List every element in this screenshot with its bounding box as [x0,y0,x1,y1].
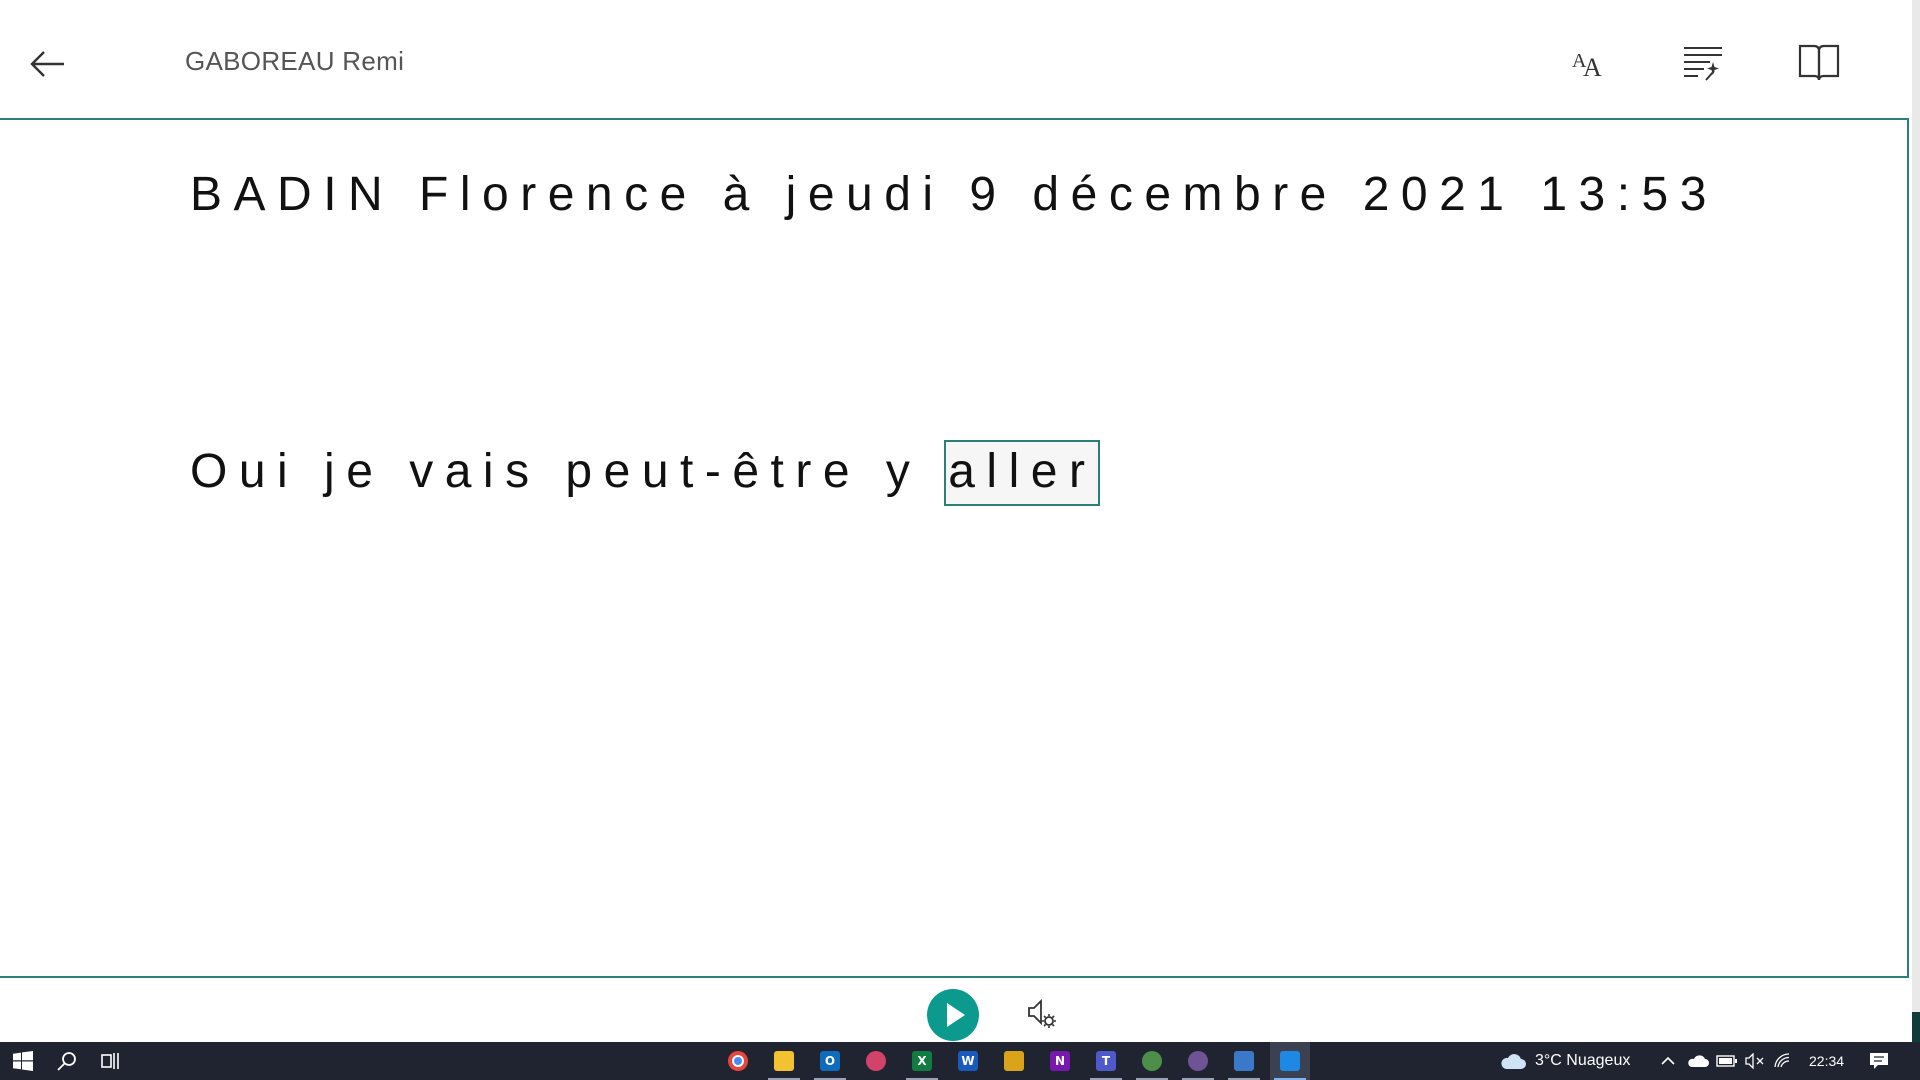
focused-word[interactable]: aller [944,440,1101,506]
grammar-options-icon[interactable] [1680,40,1726,84]
chevron-up-icon[interactable] [1656,1042,1680,1080]
taskbar: O X W N T 3°C Nuageux 22:34 [0,1042,1920,1080]
onenote-icon[interactable]: N [1040,1042,1080,1080]
text-preferences-icon[interactable]: A A [1566,40,1612,84]
image-viewer-icon[interactable] [1224,1042,1264,1080]
notifications-icon[interactable] [1864,1042,1894,1080]
excel-icon[interactable]: X [902,1042,942,1080]
back-arrow-icon[interactable] [26,44,70,84]
volume-muted-icon[interactable] [1742,1042,1768,1080]
play-button[interactable] [927,989,979,1041]
message-header-line: BADIN Florence à jeudi 9 décembre 2021 1… [190,168,1718,221]
photo-app-icon[interactable] [994,1042,1034,1080]
file-explorer-icon[interactable] [764,1042,804,1080]
word-icon[interactable]: W [948,1042,988,1080]
cloud-weather-icon[interactable] [1496,1042,1530,1080]
wifi-icon[interactable] [1770,1042,1796,1080]
vscode-icon[interactable] [1270,1042,1310,1080]
outlook-icon[interactable]: O [810,1042,850,1080]
voice-settings-button[interactable] [1025,996,1059,1030]
windows-start-icon[interactable] [4,1042,42,1080]
playback-bar [0,978,1910,1042]
battery-icon[interactable] [1714,1042,1740,1080]
message-body-text: Oui je vais peut-être y [190,445,947,498]
scrollbar-accent [1912,1012,1920,1042]
chrome-icon[interactable] [718,1042,758,1080]
chrome-profile-icon[interactable] [1132,1042,1172,1080]
scrollbar[interactable] [1912,0,1920,1042]
app-header: GABOREAU Remi A A [0,0,1910,118]
reading-preferences-icon[interactable] [1796,40,1842,84]
reading-surface: BADIN Florence à jeudi 9 décembre 2021 1… [0,118,1909,978]
search-icon[interactable] [48,1042,86,1080]
page-title: GABOREAU Remi [185,46,405,76]
voice-settings-icon [1028,998,1056,1028]
teams-icon[interactable]: T [1086,1042,1126,1080]
task-view-icon[interactable] [92,1042,130,1080]
github-icon[interactable] [1178,1042,1218,1080]
message-body-line: Oui je vais peut-être y aller [190,440,1101,506]
weather-text[interactable]: 3°C Nuageux [1535,1042,1630,1080]
paint-icon[interactable] [856,1042,896,1080]
play-icon [947,1003,965,1027]
clock-time[interactable]: 22:34 [1809,1042,1844,1080]
onedrive-icon[interactable] [1684,1042,1712,1080]
svg-text:A: A [1583,53,1602,82]
